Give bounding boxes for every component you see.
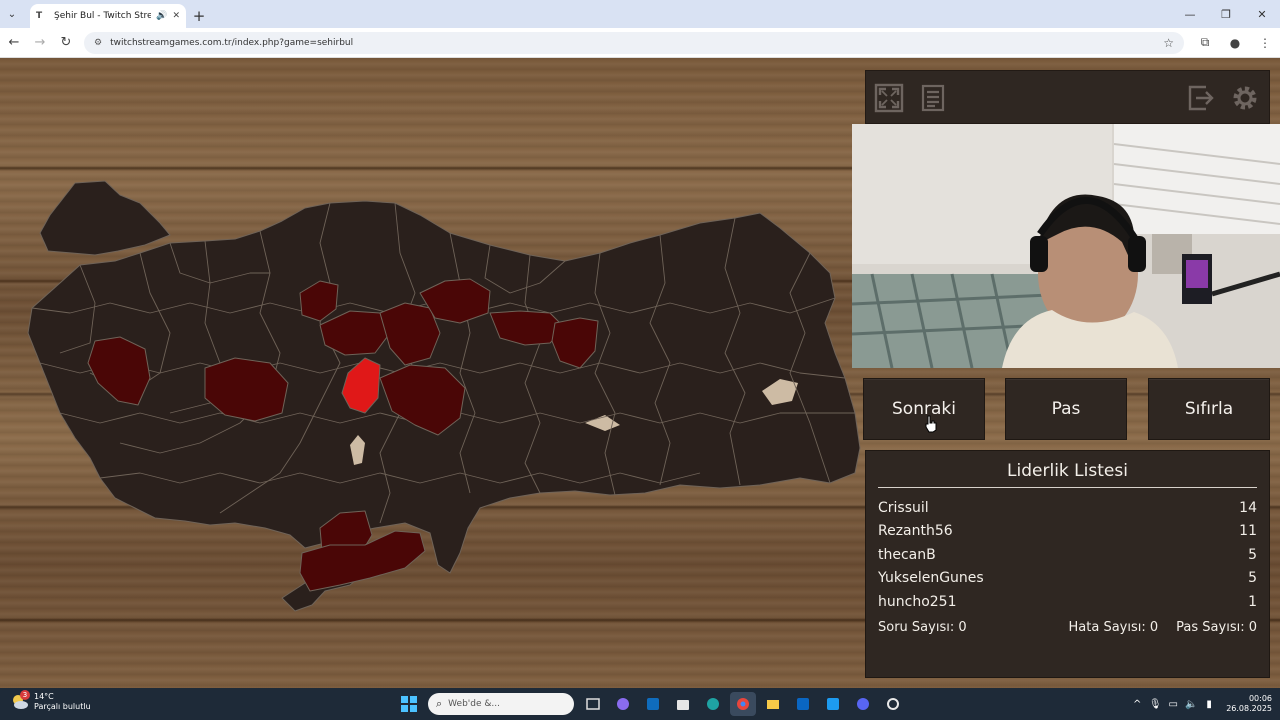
start-windows-icon[interactable]: [396, 692, 422, 716]
site-info-icon[interactable]: ⚙: [94, 38, 102, 48]
game-stats: Soru Sayısı: 0 Hata Sayısı: 0 Pas Sayısı…: [878, 616, 1257, 639]
discord-icon[interactable]: [850, 692, 876, 716]
tray-chevron-icon[interactable]: ^: [1128, 699, 1146, 710]
pass-count: Pas Sayısı: 0: [1176, 619, 1257, 635]
leaderboard-title: Liderlik Listesi: [878, 461, 1257, 488]
bookmark-star-icon[interactable]: ☆: [1163, 36, 1174, 50]
app-icon[interactable]: [880, 692, 906, 716]
linkedin-icon[interactable]: [790, 692, 816, 716]
leaderboard-panel: Liderlik Listesi Crissuil 14 Rezanth56 1…: [865, 450, 1270, 678]
leaderboard-row: Crissuil 14: [878, 496, 1257, 520]
webcam-feed: [852, 124, 1280, 368]
taskbar: 3 14°C Parçalı bulutlu ⌕ Web'de &... ^ 🎙…: [0, 688, 1280, 720]
battery-icon[interactable]: ▮: [1200, 699, 1218, 710]
taskbar-search[interactable]: ⌕ Web'de &...: [428, 693, 574, 715]
clock-time: 00:06: [1248, 694, 1272, 703]
twitter-icon[interactable]: [820, 692, 846, 716]
close-window-button[interactable]: ✕: [1244, 0, 1280, 28]
extensions-icon[interactable]: ⧉: [1190, 35, 1220, 50]
tab-list-button[interactable]: ⌄: [0, 0, 24, 28]
player-name: YukselenGunes: [878, 570, 984, 587]
browser-tab-bar: ⌄ T Şehir Bul - Twitch Stream G 🔊 ✕ + — …: [0, 0, 1280, 28]
reload-button[interactable]: ↻: [54, 31, 78, 55]
clock[interactable]: 00:06 26.08.2025: [1226, 694, 1272, 714]
map-region-thrace: [39, 180, 171, 256]
profile-icon[interactable]: ●: [1220, 35, 1250, 50]
reset-button[interactable]: Sıfırla: [1148, 378, 1270, 440]
browser-tab-active[interactable]: T Şehir Bul - Twitch Stream G 🔊 ✕: [30, 4, 186, 28]
chrome-icon[interactable]: [730, 692, 756, 716]
player-score: 5: [1248, 570, 1257, 587]
turkey-map: [27, 180, 861, 612]
player-score: 5: [1248, 546, 1257, 563]
notes-icon[interactable]: [916, 81, 950, 115]
weather-widget[interactable]: 3 14°C Parçalı bulutlu: [10, 690, 91, 712]
leaderboard-row: huncho251 1: [878, 590, 1257, 614]
forward-button[interactable]: →: [28, 31, 52, 55]
question-count: Soru Sayısı: 0: [878, 619, 967, 635]
error-count: Hata Sayısı: 0: [1068, 619, 1159, 635]
system-tray: ^ 🎙 ▭ 🔈 ▮ 00:06 26.08.2025: [1128, 690, 1272, 718]
edge-icon[interactable]: [700, 692, 726, 716]
game-page: Sonraki Pas Sıfırla Liderlik Listesi Cri…: [0, 58, 1280, 688]
player-score: 1: [1248, 593, 1257, 610]
volume-icon[interactable]: 🔈: [1182, 699, 1200, 710]
file-explorer-icon[interactable]: [760, 692, 786, 716]
menu-dots-icon[interactable]: ⋮: [1250, 35, 1280, 50]
weather-badge: 3: [20, 690, 30, 700]
fullscreen-icon[interactable]: [872, 81, 906, 115]
weather-desc: Parçalı bulutlu: [34, 702, 91, 711]
address-bar[interactable]: ⚙ twitchstreamgames.com.tr/index.php?gam…: [84, 31, 1184, 54]
leaderboard-row: YukselenGunes 5: [878, 567, 1257, 591]
tab-close-icon[interactable]: ✕: [172, 11, 180, 21]
minimize-button[interactable]: —: [1172, 0, 1208, 28]
window-controls: — ❐ ✕: [1172, 0, 1280, 28]
leaderboard-row: thecanB 5: [878, 543, 1257, 567]
weather-cloud-icon: 3: [10, 690, 30, 712]
tab-title: Şehir Bul - Twitch Stream G: [54, 11, 152, 21]
back-button[interactable]: ←: [2, 31, 26, 55]
game-toolbar: [865, 70, 1270, 124]
player-name: thecanB: [878, 546, 936, 563]
url-text: twitchstreamgames.com.tr/index.php?game=…: [110, 37, 354, 48]
weather-temp: 14°C: [34, 692, 54, 701]
leaderboard-row: Rezanth56 11: [878, 520, 1257, 544]
outlook-icon[interactable]: [640, 692, 666, 716]
copilot-icon[interactable]: [610, 692, 636, 716]
player-name: huncho251: [878, 593, 957, 610]
player-score: 11: [1239, 523, 1257, 540]
search-icon: ⌕: [436, 697, 443, 710]
site-favicon-icon: T: [36, 11, 43, 21]
new-tab-button[interactable]: +: [186, 4, 212, 28]
store-icon[interactable]: [670, 692, 696, 716]
microphone-icon[interactable]: 🎙: [1146, 699, 1164, 710]
player-score: 14: [1239, 499, 1257, 516]
audio-icon[interactable]: 🔊: [156, 11, 167, 21]
player-name: Crissuil: [878, 499, 929, 516]
settings-gear-icon[interactable]: [1228, 81, 1262, 115]
task-view-icon[interactable]: [580, 692, 606, 716]
display-icon[interactable]: ▭: [1164, 699, 1182, 710]
exit-icon[interactable]: [1184, 81, 1218, 115]
pass-button[interactable]: Pas: [1005, 378, 1127, 440]
browser-nav-bar: ← → ↻ ⚙ twitchstreamgames.com.tr/index.p…: [0, 28, 1280, 58]
search-placeholder: Web'de &...: [448, 699, 500, 709]
clock-date: 26.08.2025: [1226, 704, 1272, 713]
maximize-button[interactable]: ❐: [1208, 0, 1244, 28]
hand-cursor-icon: [925, 415, 937, 433]
player-name: Rezanth56: [878, 523, 953, 540]
